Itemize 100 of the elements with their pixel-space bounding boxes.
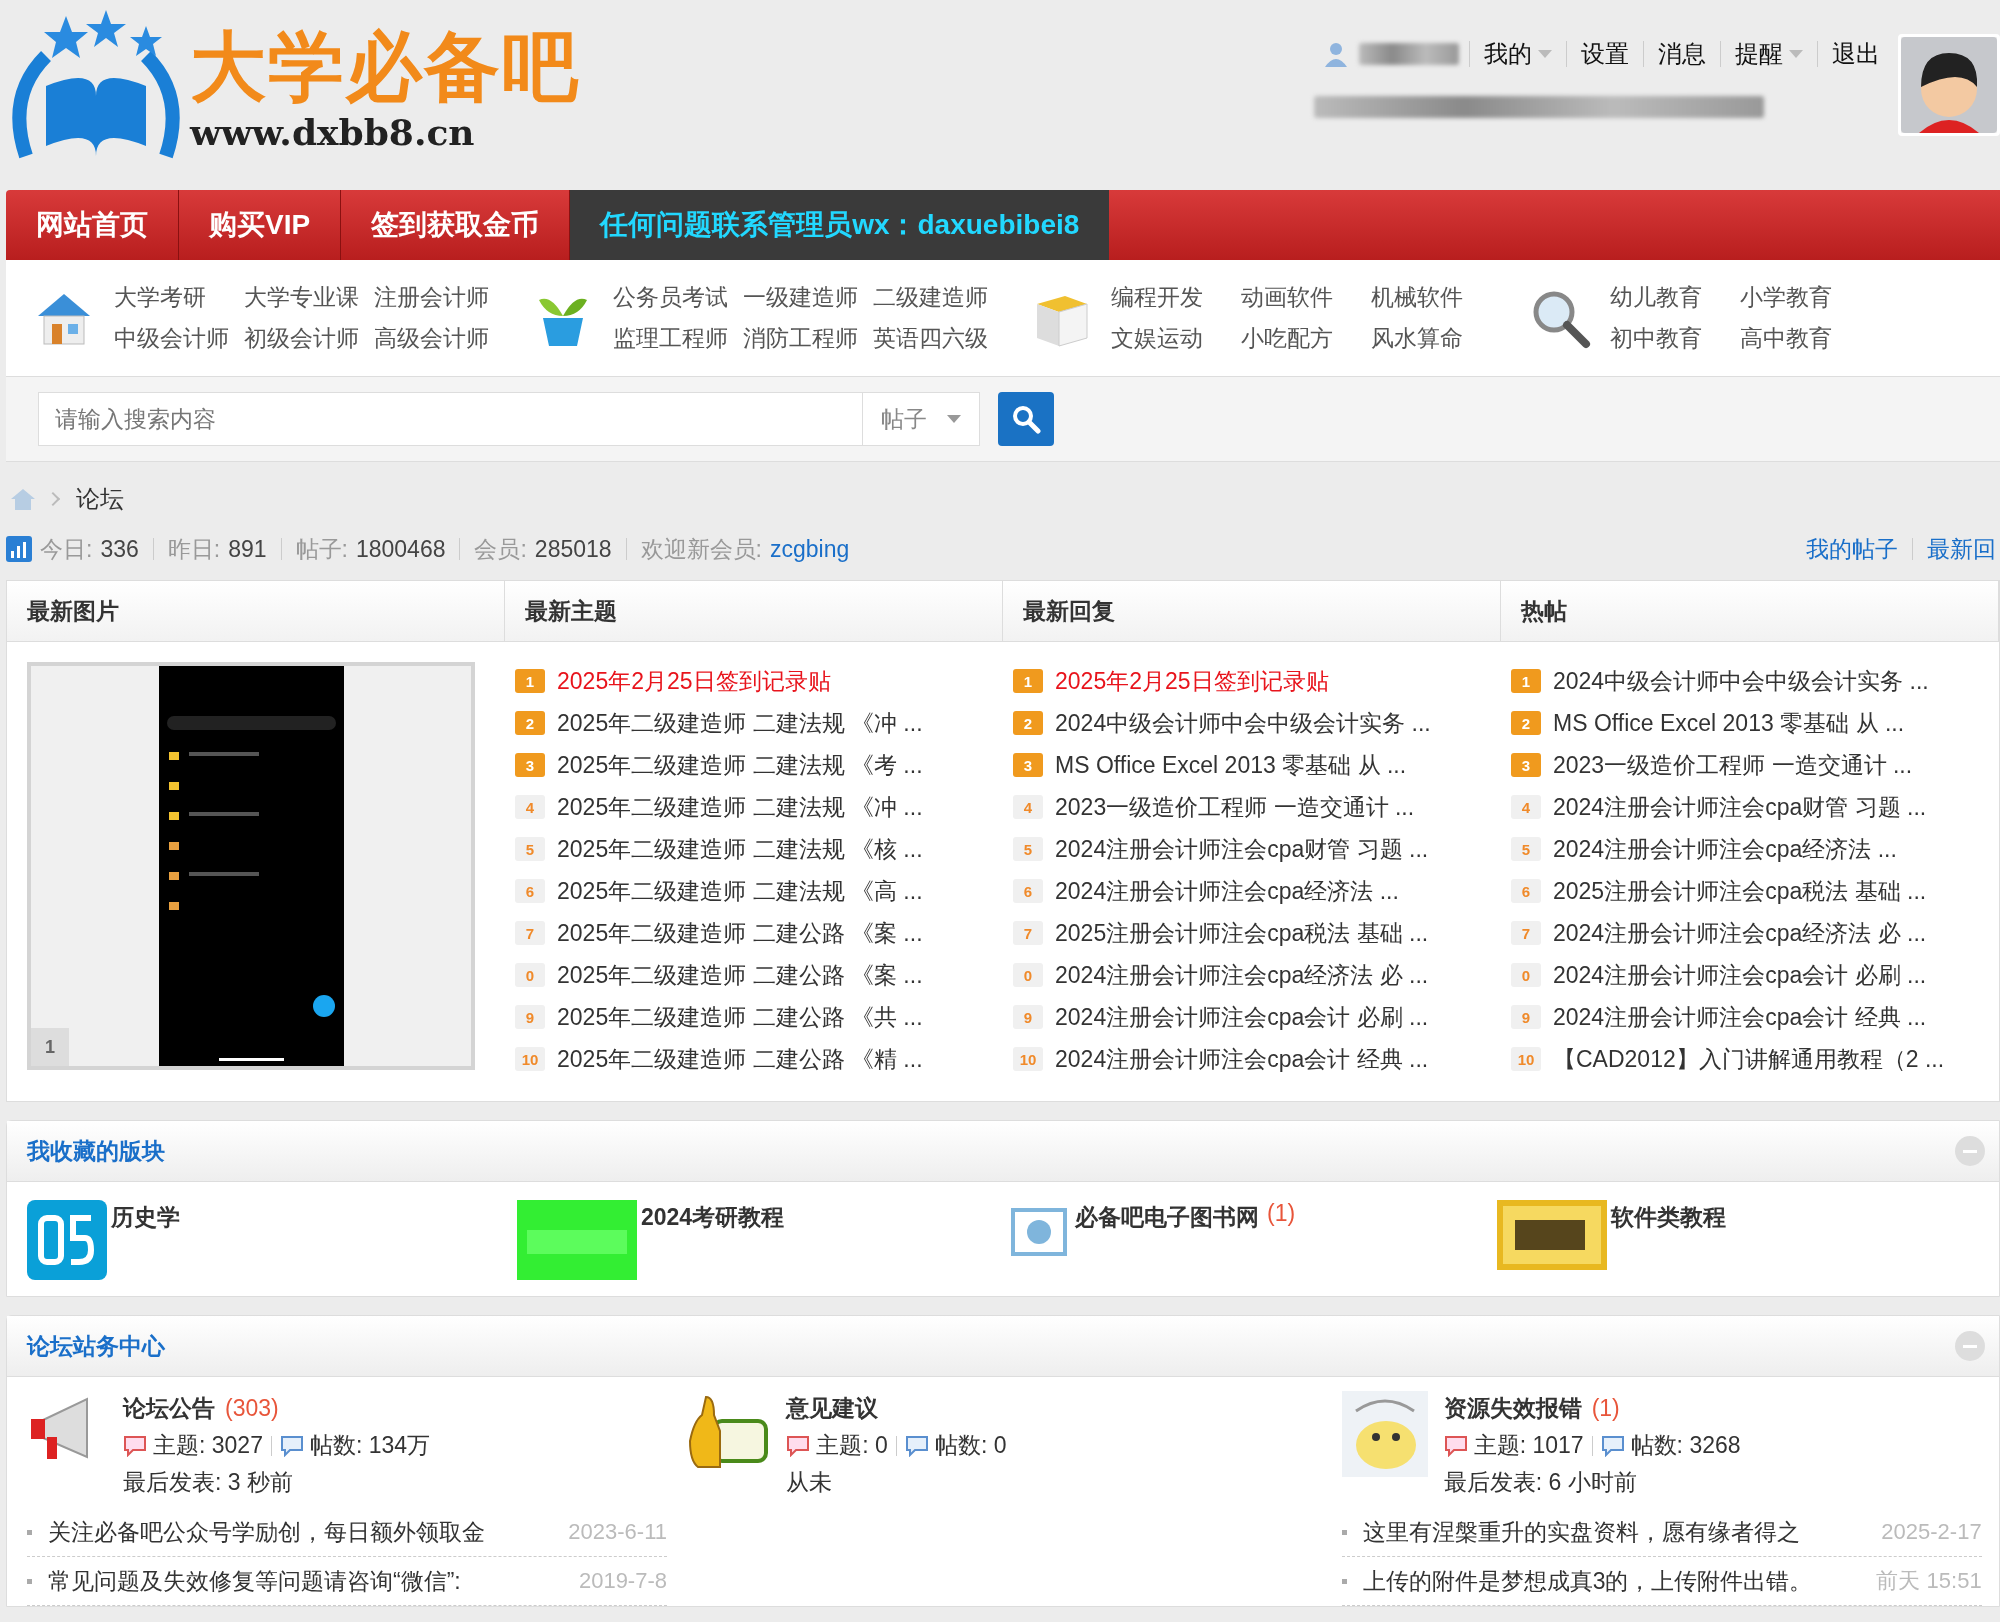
user-menu-link[interactable]: 我的 xyxy=(1480,38,1556,70)
thread-link[interactable]: 2024注册会计师注会cpa经济法 ... xyxy=(1553,833,1897,865)
thread-link[interactable]: 关注必备吧公众号学励创，每日额外领取金 xyxy=(48,1516,485,1548)
thread-link[interactable]: 2025年二级建造师 二建公路 《案 ... xyxy=(557,959,923,991)
category-link[interactable]: 动画软件 xyxy=(1241,282,1371,313)
thread-link[interactable]: 2025年二级建造师 二建法规 《冲 ... xyxy=(557,791,923,823)
header-link[interactable]: 我的帖子 xyxy=(1806,533,1898,565)
category-link[interactable]: 大学考研 xyxy=(114,282,244,313)
topic-bubble-icon xyxy=(123,1434,147,1457)
search-button[interactable] xyxy=(998,392,1054,446)
thread-link[interactable]: 2025注册会计师注会cpa税法 基础 ... xyxy=(1553,875,1927,907)
plaque-icon[interactable] xyxy=(1497,1200,1607,1270)
category-link[interactable]: 一级建造师 xyxy=(742,282,873,313)
stat-label: 今日: xyxy=(40,534,93,564)
thread-link[interactable]: 2024注册会计师注会cpa财管 习题 ... xyxy=(1055,833,1429,865)
thread-link[interactable]: 2025年二级建造师 二建公路 《共 ... xyxy=(557,1001,923,1033)
rank-badge: 0 xyxy=(1511,963,1541,987)
user-menu-link[interactable]: 提醒 xyxy=(1731,38,1807,70)
category-link[interactable]: 高级会计师 xyxy=(374,323,504,354)
thread-link[interactable]: MS Office Excel 2013 零基础 从 ... xyxy=(1553,707,1905,739)
thread-link[interactable]: 2025年2月25日签到记录贴 xyxy=(1055,665,1329,697)
thread-link[interactable]: 2025年二级建造师 二建法规 《冲 ... xyxy=(557,707,923,739)
thread-link[interactable]: 2025年二级建造师 二建法规 《高 ... xyxy=(557,875,923,907)
thread-link[interactable]: 上传的附件是梦想成真3的，上传附件出错。 xyxy=(1362,1565,1813,1597)
category-link[interactable]: 幼儿教育 xyxy=(1609,282,1740,313)
category-link[interactable]: 机械软件 xyxy=(1371,282,1501,313)
section-title: 我收藏的版块 xyxy=(27,1136,165,1166)
rank-badge: 9 xyxy=(1511,1005,1541,1029)
category-link[interactable]: 文娱运动 xyxy=(1111,323,1241,354)
thread-link[interactable]: 2025年二级建造师 二建公路 《精 ... xyxy=(557,1043,923,1075)
thread-link[interactable]: 2024注册会计师注会cpa经济法 必 ... xyxy=(1055,959,1429,991)
thread-link[interactable]: 2024注册会计师注会cpa会计 必刷 ... xyxy=(1553,959,1927,991)
forum-link[interactable]: 2024考研教程 xyxy=(641,1202,785,1233)
thread-link[interactable]: 2024注册会计师注会cpa会计 必刷 ... xyxy=(1055,1001,1429,1033)
thread-link[interactable]: 这里有涅槃重升的实盘资料，愿有缘者得之 xyxy=(1362,1516,1800,1548)
forum-link[interactable]: 论坛公告 xyxy=(123,1393,215,1424)
thread-link[interactable]: 2025注册会计师注会cpa税法 基础 ... xyxy=(1055,917,1429,949)
forum-link[interactable]: 软件类教程 xyxy=(1611,1202,1726,1233)
category-link[interactable]: 风水算命 xyxy=(1371,323,1501,354)
forum-link[interactable]: 资源失效报错 xyxy=(1443,1393,1582,1424)
category-link[interactable]: 监理工程师 xyxy=(612,323,743,354)
forum-link[interactable]: 历史学 xyxy=(111,1202,180,1233)
category-link[interactable]: 二级建造师 xyxy=(872,282,1003,313)
thread-link[interactable]: 2025年2月25日签到记录贴 xyxy=(557,665,831,697)
thread-link[interactable]: 2024注册会计师注会cpa财管 习题 ... xyxy=(1553,791,1927,823)
rank-badge: 7 xyxy=(1511,921,1541,945)
category-link[interactable]: 小吃配方 xyxy=(1241,323,1371,354)
thread-link[interactable]: 2024注册会计师注会cpa会计 经典 ... xyxy=(1553,1001,1927,1033)
rank-badge: 3 xyxy=(1013,753,1043,777)
category-link[interactable]: 消防工程师 xyxy=(742,323,873,354)
nav-notice[interactable]: 任何问题联系管理员wx：daxuebibei8 xyxy=(570,190,1110,260)
category-link[interactable]: 大学专业课 xyxy=(244,282,374,313)
slide-number[interactable]: 1 xyxy=(31,1028,69,1066)
category-link[interactable]: 高中教育 xyxy=(1739,323,1870,354)
rank-badge: 3 xyxy=(1511,753,1541,777)
post-total: 帖数: 0 xyxy=(934,1431,1007,1460)
thread-link[interactable]: 2025年二级建造师 二建法规 《考 ... xyxy=(557,749,923,781)
category-link[interactable]: 初级会计师 xyxy=(244,323,374,354)
member-link[interactable]: zcgbing xyxy=(770,535,850,563)
stat-value: 1800468 xyxy=(355,535,446,563)
topic-count: 主题: 0 xyxy=(816,1431,888,1460)
rank-badge: 7 xyxy=(515,921,546,945)
thread-link[interactable]: 2023一级造价工程师 一造交通计 ... xyxy=(1055,791,1415,823)
category-link[interactable]: 英语四六级 xyxy=(872,323,1003,354)
thread-link[interactable]: 常见问题及失效修复等问题请咨询“微信”: xyxy=(48,1565,461,1597)
header-link[interactable]: 最新回 xyxy=(1927,533,1996,565)
avatar-icon[interactable] xyxy=(1898,34,2000,136)
user-icon xyxy=(1323,41,1349,67)
thread-link[interactable]: 2024注册会计师注会cpa经济法 ... xyxy=(1055,875,1399,907)
thread-link[interactable]: 2025年二级建造师 二建法规 《核 ... xyxy=(557,833,923,865)
search-field[interactable]: 请输入搜索内容 xyxy=(38,392,862,446)
thread-link[interactable]: 2024中级会计师中会中级会计实务 ... xyxy=(1055,707,1431,739)
thread-link[interactable]: MS Office Excel 2013 零基础 从 ... xyxy=(1055,749,1407,781)
category-link[interactable]: 编程开发 xyxy=(1111,282,1241,313)
thread-link[interactable]: 2023一级造价工程师 一造交通计 ... xyxy=(1553,749,1913,781)
thread-link[interactable]: 【CAD2012】入门讲解通用教程（2 ... xyxy=(1553,1043,1945,1075)
thread-link[interactable]: 2024注册会计师注会cpa会计 经典 ... xyxy=(1055,1043,1429,1075)
thread-date: 2019-7-8 xyxy=(578,1568,667,1594)
post-bubble-icon xyxy=(904,1434,929,1457)
category-link[interactable]: 公务员考试 xyxy=(612,282,743,313)
forum-link[interactable]: 必备吧电子图书网 xyxy=(1075,1202,1259,1233)
thread-link[interactable]: 2024注册会计师注会cpa经济法 必 ... xyxy=(1553,917,1927,949)
category-link[interactable]: 小学教育 xyxy=(1739,282,1870,313)
bird-icon[interactable] xyxy=(1341,1391,1428,1477)
thread-link[interactable]: 2025年二级建造师 二建公路 《案 ... xyxy=(557,917,923,949)
user-menu-link[interactable]: 退出 xyxy=(1828,38,1884,70)
category-link[interactable]: 初中教育 xyxy=(1609,323,1740,354)
rank-badge: 2 xyxy=(1511,711,1541,735)
bullet-icon xyxy=(27,1529,32,1535)
user-menu-link[interactable]: 消息 xyxy=(1654,38,1710,70)
rank-badge: 5 xyxy=(515,837,546,861)
stat-label: 昨日: xyxy=(167,534,221,564)
column-header: 热帖 xyxy=(1501,581,1999,641)
forum-link[interactable]: 意见建议 xyxy=(786,1393,879,1424)
search-scope-dropdown[interactable]: 帖子 xyxy=(862,392,980,446)
category-link[interactable]: 中级会计师 xyxy=(114,323,244,354)
thread-link[interactable]: 2024中级会计师中会中级会计实务 ... xyxy=(1553,665,1929,697)
forum-tile-icon[interactable] xyxy=(27,1200,107,1280)
user-menu-link[interactable]: 设置 xyxy=(1577,38,1633,70)
category-link[interactable]: 注册会计师 xyxy=(374,282,504,313)
